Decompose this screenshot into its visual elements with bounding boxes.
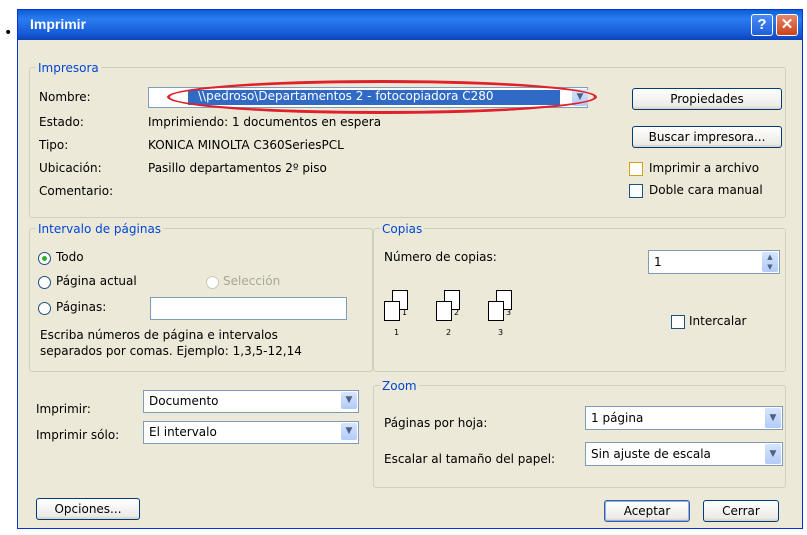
scale-value: Sin ajuste de escala (591, 447, 711, 461)
printer-type-value: KONICA MINOLTA C360SeriesPCL (148, 138, 344, 152)
range-pages-radio[interactable] (38, 302, 51, 315)
printer-comment-label: Comentario: (39, 184, 114, 198)
page-label-1a: 1 (402, 308, 408, 317)
pages-per-sheet-select[interactable]: 1 página ▼ (585, 406, 783, 430)
page-label-3a: 3 (506, 308, 512, 317)
copies-count-value: 1 (654, 255, 662, 269)
copies-count-label: Número de copias: (384, 250, 497, 264)
page-label-2a: 2 (454, 308, 460, 317)
properties-button[interactable]: Propiedades (632, 88, 782, 110)
zoom-group (373, 385, 786, 488)
collate-label[interactable]: Intercalar (689, 314, 746, 328)
printer-legend: Impresora (36, 61, 101, 75)
page-icon-front-3 (488, 301, 504, 321)
printer-location-label: Ubicación: (39, 161, 102, 175)
print-only-value: El intervalo (149, 425, 217, 439)
manual-duplex-label[interactable]: Doble cara manual (649, 183, 763, 197)
print-only-select[interactable]: El intervalo ▼ (143, 421, 359, 444)
range-hint-line1: Escriba números de página e intervalos (40, 328, 278, 342)
page-label-3b: 3 (498, 328, 504, 337)
pages-input[interactable] (150, 297, 347, 320)
print-only-label: Imprimir sólo: (36, 428, 120, 442)
scale-label: Escalar al tamaño del papel: (384, 452, 556, 466)
red-highlight-ellipse (167, 80, 597, 114)
scale-select[interactable]: Sin ajuste de escala ▼ (585, 442, 783, 466)
bullet: • (4, 25, 13, 41)
print-dialog: Imprimir ? ✕ Impresora Nombre: \\pedroso… (17, 9, 803, 529)
page-label-1b: 1 (394, 328, 400, 337)
page-icon-front-1 (384, 301, 400, 321)
printer-type-label: Tipo: (39, 138, 69, 152)
pages-per-sheet-label: Páginas por hoja: (384, 416, 488, 430)
range-selection-label: Selección (223, 274, 281, 288)
range-selection-radio (206, 276, 219, 289)
chevron-down-icon[interactable]: ▼ (341, 423, 357, 440)
page-label-2b: 2 (446, 328, 452, 337)
page-icon-front-2 (436, 301, 452, 321)
chevron-down-icon[interactable]: ▼ (765, 408, 781, 428)
zoom-legend: Zoom (380, 379, 419, 393)
manual-duplex-checkbox[interactable] (629, 184, 643, 198)
chevron-down-icon[interactable]: ▼ (765, 444, 781, 464)
print-to-file-checkbox[interactable] (629, 162, 643, 176)
range-current-radio[interactable] (38, 276, 51, 289)
close-button[interactable]: Cerrar (703, 500, 779, 522)
find-printer-button[interactable]: Buscar impresora... (632, 126, 782, 148)
print-what-label: Imprimir: (36, 402, 91, 416)
collate-checkbox[interactable] (671, 315, 685, 329)
close-window-button[interactable]: ✕ (776, 14, 798, 36)
pages-per-sheet-value: 1 página (591, 411, 644, 425)
options-button[interactable]: Opciones... (36, 498, 140, 520)
copies-count-spinner[interactable]: 1 ▲ ▼ (648, 250, 780, 274)
copies-legend: Copias (380, 222, 425, 236)
print-to-file-label[interactable]: Imprimir a archivo (649, 161, 759, 175)
print-what-value: Documento (149, 394, 219, 408)
chevron-down-icon[interactable]: ▼ (341, 392, 357, 409)
ok-button[interactable]: Aceptar (604, 500, 690, 522)
printer-status-label: Estado: (39, 115, 84, 129)
spinner-up-down-icon[interactable]: ▲ ▼ (762, 252, 778, 272)
range-pages-label[interactable]: Páginas: (56, 300, 106, 314)
range-all-radio[interactable] (38, 252, 51, 265)
help-button[interactable]: ? (751, 14, 773, 36)
dialog-title: Imprimir (30, 16, 87, 32)
printer-location-value: Pasillo departamentos 2º piso (148, 161, 327, 175)
range-hint-line2: separados por comas. Ejemplo: 1,3,5-12,1… (40, 344, 302, 358)
collate-illustration: 1 1 2 2 3 3 (383, 283, 533, 353)
printer-name-label: Nombre: (39, 90, 91, 104)
range-all-label[interactable]: Todo (56, 250, 84, 264)
title-bar[interactable]: Imprimir ? ✕ (18, 10, 802, 40)
printer-status-value: Imprimiendo: 1 documentos en espera (148, 115, 382, 129)
page-range-legend: Intervalo de páginas (36, 222, 164, 236)
print-what-select[interactable]: Documento ▼ (143, 390, 359, 413)
range-current-label[interactable]: Página actual (56, 274, 137, 288)
